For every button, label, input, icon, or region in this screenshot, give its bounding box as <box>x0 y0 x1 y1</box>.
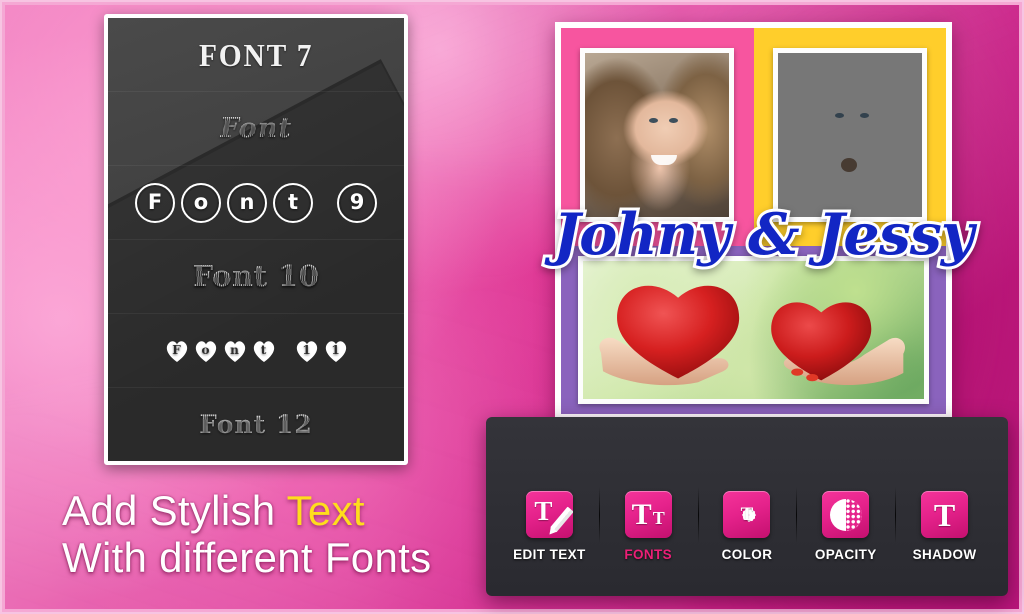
tagline-line-2: With different Fonts <box>62 534 432 582</box>
photo-frame-woman[interactable] <box>580 47 735 223</box>
heart-letter-glyph: t <box>260 342 267 357</box>
tagline-line-1: Add Stylish Text <box>62 487 482 534</box>
font-list-panel[interactable]: FONT 7 Font F o n t 9 Font 10 F o n t 1 … <box>104 14 408 465</box>
heart-letter: t <box>251 339 277 363</box>
font-option-font-9[interactable]: F o n t 9 <box>108 166 404 240</box>
font-option-font-8[interactable]: Font <box>108 92 404 166</box>
font-option-font-12[interactable]: Font 12 <box>108 388 404 461</box>
face-detail <box>668 118 678 124</box>
font-option-label: Font <box>220 113 292 144</box>
hearts-illustration <box>599 285 906 386</box>
circled-letter: F <box>135 182 175 223</box>
heart-letter: 1 <box>294 339 320 363</box>
font-option-label: Font 12 <box>199 410 313 439</box>
circled-letter: n <box>227 182 267 223</box>
heart-letter-glyph: F <box>172 342 181 357</box>
toolbar-label-shadow: SHADOW <box>912 547 977 562</box>
circled-letter: t <box>273 182 313 223</box>
letter-t-glyph: T <box>933 496 956 533</box>
photo-frame-man[interactable] <box>772 47 927 223</box>
toolbar-label-opacity: OPACITY <box>814 547 877 562</box>
collage-cell-hearts[interactable] <box>561 246 946 414</box>
heart-letter: o <box>193 339 219 363</box>
toolbar-label-color: COLOR <box>721 547 773 562</box>
app-root: FONT 7 Font F o n t 9 Font 10 F o n t 1 … <box>0 0 1024 614</box>
face-detail <box>651 154 678 165</box>
toolbar-label-fonts: FONTS <box>624 547 673 562</box>
shadow-t-icon[interactable]: T <box>921 491 969 538</box>
toolbar-item-opacity[interactable]: OPACITY <box>796 487 895 562</box>
font-option-font-7[interactable]: FONT 7 <box>108 18 404 92</box>
heart-letter: F <box>164 339 190 363</box>
heart-letter-glyph: o <box>201 342 210 357</box>
photo-woman <box>585 52 730 218</box>
photo-frame-hearts[interactable] <box>578 256 929 404</box>
color-ring: T <box>730 498 764 532</box>
opacity-circle-icon[interactable] <box>822 491 870 538</box>
font-option-font-11[interactable]: F o n t 1 1 <box>108 314 404 388</box>
collage-text-overlay[interactable]: Johny & Jessy <box>550 203 977 266</box>
font-option-label: FONT 7 <box>198 36 314 73</box>
opacity-circle <box>829 498 862 531</box>
text-pencil-icon[interactable]: T <box>525 491 573 538</box>
heart-letter-glyph: n <box>230 342 239 357</box>
heart-letter: 1 <box>323 339 349 363</box>
toolbar-item-fonts[interactable]: T T FONTS <box>598 487 698 562</box>
toolbar-item-color[interactable]: T COLOR <box>697 487 797 562</box>
toolbar-item-edit-text[interactable]: T EDIT TEXT <box>500 491 599 562</box>
face-detail <box>648 118 658 124</box>
tagline: Add Stylish Text With different Fonts <box>62 487 482 581</box>
toolbar-item-shadow[interactable]: T SHADOW <box>895 487 994 562</box>
tagline-text-pre: Add Stylish <box>62 487 287 534</box>
toolbar-label-edit-text: EDIT TEXT <box>513 547 586 562</box>
text-editor-toolbar: T EDIT TEXT T T FONTS T COLOR OPACITY T … <box>486 417 1008 596</box>
letter-t-small-glyph: T <box>652 508 665 528</box>
face-detail <box>859 113 869 119</box>
font-option-label: F o n t 9 <box>135 182 377 223</box>
photo-collage-preview[interactable]: Johny & Jessy <box>550 22 977 420</box>
font-option-label: Font 10 <box>192 259 320 293</box>
font-option-font-10[interactable]: Font 10 <box>108 240 404 314</box>
font-option-label: F o n t 1 1 <box>164 339 349 363</box>
double-t-icon[interactable]: T T <box>624 491 672 538</box>
face-detail <box>835 113 845 119</box>
photo-hearts <box>583 261 924 399</box>
color-wheel-t-icon[interactable]: T <box>723 491 771 538</box>
letter-t-large-glyph: T <box>631 498 652 531</box>
heart-letter: n <box>222 339 248 363</box>
letter-t-glyph: T <box>740 503 754 525</box>
circled-letter: o <box>181 182 221 223</box>
heart-letter-glyph: 1 <box>302 342 311 357</box>
photo-man <box>777 52 922 218</box>
letter-t-glyph: T <box>534 496 553 526</box>
letter-space <box>319 183 331 223</box>
face-detail <box>841 157 858 172</box>
pencil-glyph <box>550 506 573 533</box>
heart-letter-glyph: 1 <box>331 342 340 357</box>
tagline-text-highlight: Text <box>286 487 365 534</box>
circled-letter: 9 <box>337 182 377 223</box>
